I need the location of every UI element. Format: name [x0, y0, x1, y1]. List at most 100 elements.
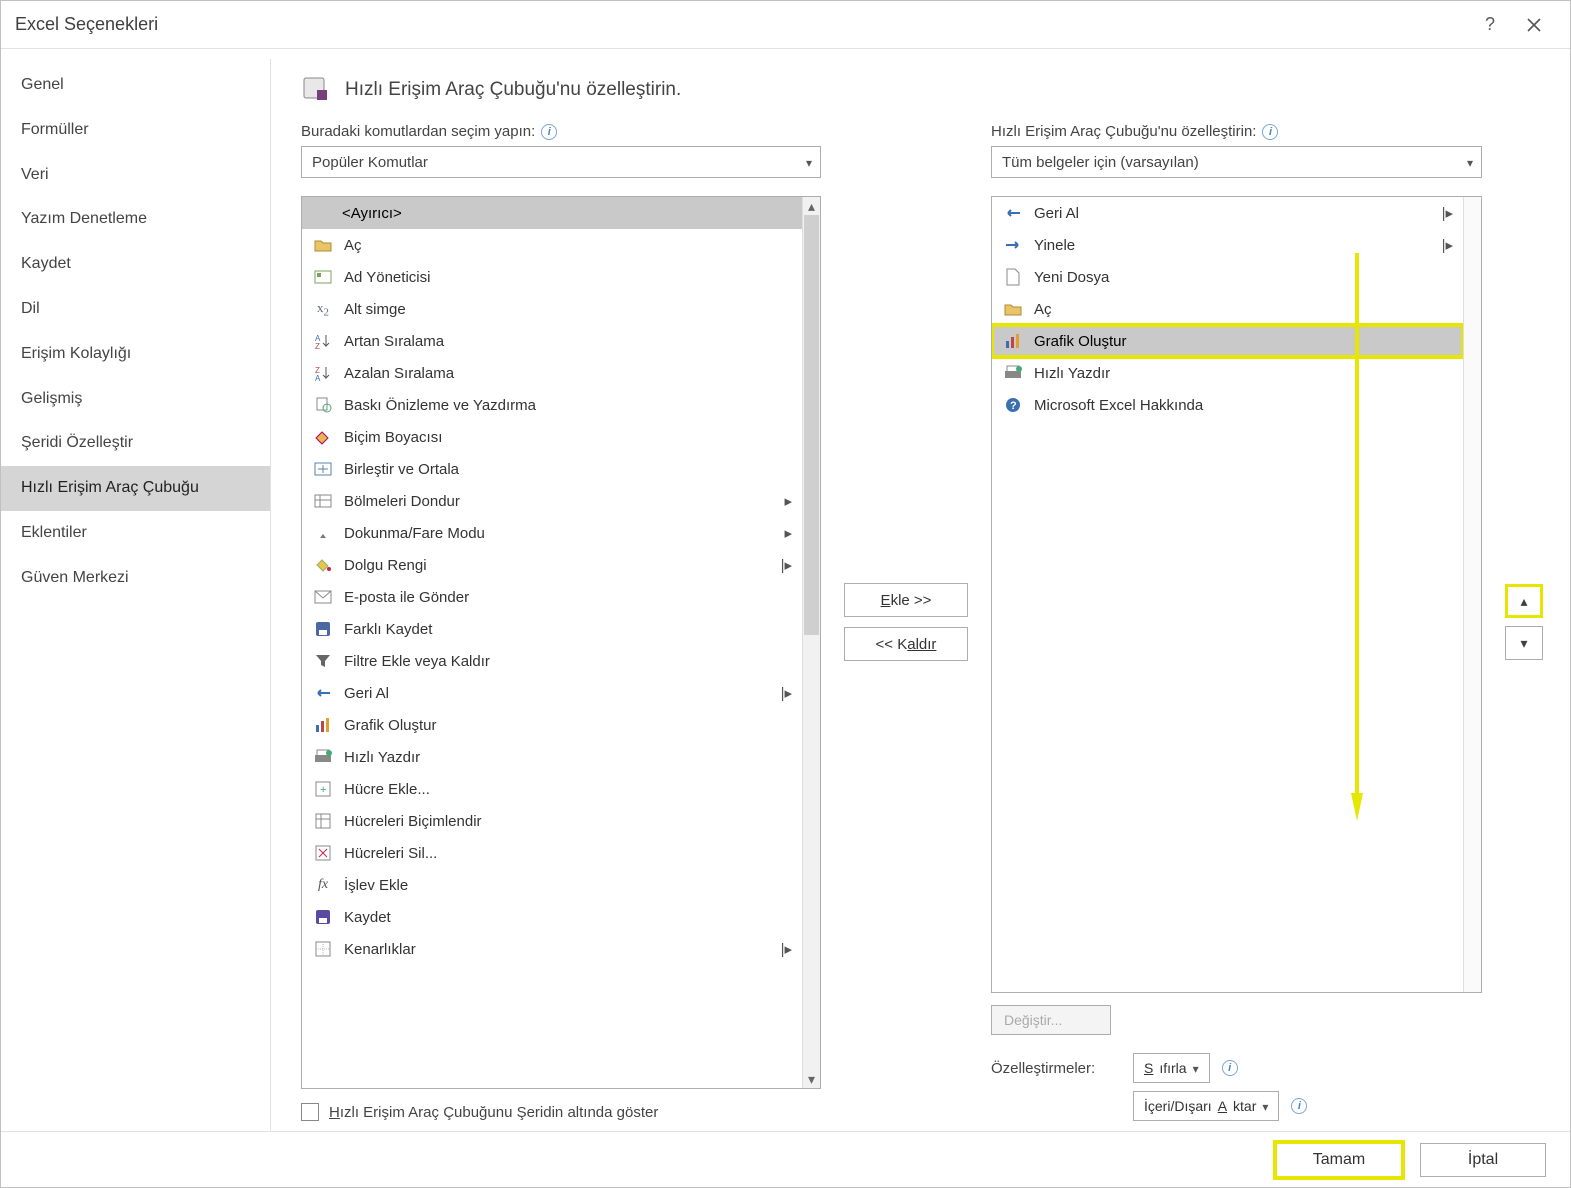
target-label-row: Hızlı Erişim Araç Çubuğu'nu özelleştirin…	[991, 123, 1482, 140]
available-command-19[interactable]: Hücreleri Biçimlendir	[302, 805, 802, 837]
sidebar-item-proofing[interactable]: Yazım Denetleme	[1, 197, 270, 242]
command-label: Yinele	[1034, 237, 1432, 254]
available-command-18[interactable]: +Hücre Ekle...	[302, 773, 802, 805]
saveas-icon	[312, 619, 334, 639]
scroll-thumb[interactable]	[804, 215, 819, 635]
chevron-down-icon	[1467, 154, 1473, 171]
svg-text:A: A	[315, 374, 321, 381]
available-command-11[interactable]: Dolgu Rengi|▸	[302, 549, 802, 581]
info-icon[interactable]: i	[1291, 1098, 1307, 1114]
move-up-button[interactable]: ▴	[1505, 584, 1543, 618]
available-command-13[interactable]: Farklı Kaydet	[302, 613, 802, 645]
sidebar-item-qat[interactable]: Hızlı Erişim Araç Çubuğu	[1, 466, 270, 511]
reset-dropdown[interactable]: Sıfırla	[1133, 1053, 1210, 1083]
sidebar-item-ribbon[interactable]: Şeridi Özelleştir	[1, 421, 270, 466]
command-label: Artan Sıralama	[344, 333, 792, 350]
help-button[interactable]: ?	[1468, 9, 1512, 41]
freeze-icon	[312, 491, 334, 511]
close-icon	[1527, 18, 1541, 32]
scroll-down-icon[interactable]: ▾	[803, 1070, 821, 1088]
available-command-4[interactable]: AZArtan Sıralama	[302, 325, 802, 357]
available-command-15[interactable]: Geri Al|▸	[302, 677, 802, 709]
available-command-16[interactable]: Grafik Oluştur	[302, 709, 802, 741]
command-label: <Ayırıcı>	[342, 205, 792, 222]
sidebar-item-language[interactable]: Dil	[1, 287, 270, 332]
combo-value: Tüm belgeler için (varsayılan)	[1002, 154, 1199, 171]
available-command-22[interactable]: Kaydet	[302, 901, 802, 933]
remove-button[interactable]: << Kaldır	[844, 627, 968, 661]
title-bar: Excel Seçenekleri ?	[1, 1, 1570, 49]
available-command-6[interactable]: Baskı Önizleme ve Yazdırma	[302, 389, 802, 421]
sidebar-item-ease[interactable]: Erişim Kolaylığı	[1, 332, 270, 377]
sidebar-item-addins[interactable]: Eklentiler	[1, 511, 270, 556]
available-command-2[interactable]: Ad Yöneticisi	[302, 261, 802, 293]
available-command-23[interactable]: Kenarlıklar|▸	[302, 933, 802, 965]
paint-icon	[312, 427, 334, 447]
show-below-ribbon-row[interactable]: Hızlı Erişim Araç Çubuğunu Şeridin altın…	[301, 1103, 821, 1121]
selected-command-0[interactable]: Geri Al|▸	[992, 197, 1463, 229]
ok-button[interactable]: Tamam	[1276, 1143, 1402, 1177]
available-command-9[interactable]: Bölmeleri Dondur▸	[302, 485, 802, 517]
info-icon[interactable]: i	[1222, 1060, 1238, 1076]
customizations-label: Özelleştirmeler:	[991, 1060, 1121, 1077]
import-export-dropdown[interactable]: İçeri/Dışarı Aktar	[1133, 1091, 1279, 1121]
sidebar-item-general[interactable]: Genel	[1, 63, 270, 108]
arrow-up-icon: ▴	[1520, 593, 1527, 610]
target-combo[interactable]: Tüm belgeler için (varsayılan)	[991, 146, 1482, 178]
sidebar-item-data[interactable]: Veri	[1, 153, 270, 198]
chart-icon	[1002, 331, 1024, 351]
sidebar-item-trust[interactable]: Güven Merkezi	[1, 556, 270, 601]
submenu-indicator-icon: ▸	[784, 492, 792, 510]
page-title: Hızlı Erişim Araç Çubuğu'nu özelleştirin…	[345, 79, 681, 101]
chevron-down-icon	[1193, 1060, 1199, 1076]
selected-command-3[interactable]: Aç	[992, 293, 1463, 325]
available-command-1[interactable]: Aç	[302, 229, 802, 261]
command-label: Yeni Dosya	[1034, 269, 1453, 286]
available-command-10[interactable]: Dokunma/Fare Modu▸	[302, 517, 802, 549]
add-button[interactable]: Ekle >>	[844, 583, 968, 617]
selected-command-1[interactable]: Yinele|▸	[992, 229, 1463, 261]
svg-text:+: +	[320, 784, 326, 796]
close-button[interactable]	[1512, 9, 1556, 41]
sidebar-item-advanced[interactable]: Gelişmiş	[1, 377, 270, 422]
available-command-0[interactable]: <Ayırıcı>	[302, 197, 802, 229]
available-command-17[interactable]: Hızlı Yazdır	[302, 741, 802, 773]
available-command-20[interactable]: Hücreleri Sil...	[302, 837, 802, 869]
available-command-3[interactable]: x2Alt simge	[302, 293, 802, 325]
selected-command-6[interactable]: ?Microsoft Excel Hakkında	[992, 389, 1463, 421]
available-command-8[interactable]: Birleştir ve Ortala	[302, 453, 802, 485]
command-label: Hücreleri Sil...	[344, 845, 792, 862]
available-commands-list[interactable]: <Ayırıcı> AçAd Yöneticisix2Alt simgeAZArt…	[301, 196, 821, 1089]
id-icon	[312, 267, 334, 287]
selected-command-5[interactable]: Hızlı Yazdır	[992, 357, 1463, 389]
available-command-7[interactable]: Biçim Boyacısı	[302, 421, 802, 453]
command-label: Biçim Boyacısı	[344, 429, 792, 446]
move-down-button[interactable]: ▾	[1505, 626, 1543, 660]
sidebar-item-save[interactable]: Kaydet	[1, 242, 270, 287]
touch-icon	[312, 523, 334, 543]
available-command-5[interactable]: ZAAzalan Sıralama	[302, 357, 802, 389]
cancel-button[interactable]: İptal	[1420, 1143, 1546, 1177]
command-label: Kaydet	[344, 909, 792, 926]
merge-icon	[312, 459, 334, 479]
scroll-up-icon[interactable]: ▴	[803, 197, 821, 215]
info-icon[interactable]: i	[541, 124, 557, 140]
available-command-14[interactable]: Filtre Ekle veya Kaldır	[302, 645, 802, 677]
source-commands-combo[interactable]: Popüler Komutlar	[301, 146, 821, 178]
submenu-indicator-icon: ▸	[784, 524, 792, 542]
available-command-21[interactable]: fxİşlev Ekle	[302, 869, 802, 901]
sidebar-item-formulas[interactable]: Formüller	[1, 108, 270, 153]
show-below-ribbon-checkbox[interactable]	[301, 1103, 319, 1121]
available-command-12[interactable]: E-posta ile Gönder	[302, 581, 802, 613]
show-below-ribbon-label: Hızlı Erişim Araç Çubuğunu Şeridin altın…	[329, 1104, 658, 1121]
selected-command-2[interactable]: Yeni Dosya	[992, 261, 1463, 293]
selected-commands-list[interactable]: Geri Al|▸Yinele|▸ Yeni Dosya AçGrafik Oluş…	[991, 196, 1482, 993]
redo-icon	[1002, 235, 1024, 255]
chart-icon	[312, 715, 334, 735]
scrollbar[interactable]: ▴ ▾	[802, 197, 820, 1088]
info-icon[interactable]: i	[1262, 124, 1278, 140]
scrollbar[interactable]	[1463, 197, 1481, 992]
arrow-down-icon: ▾	[1520, 635, 1527, 652]
command-label: Geri Al	[1034, 205, 1432, 222]
selected-command-4[interactable]: Grafik Oluştur	[992, 325, 1463, 357]
